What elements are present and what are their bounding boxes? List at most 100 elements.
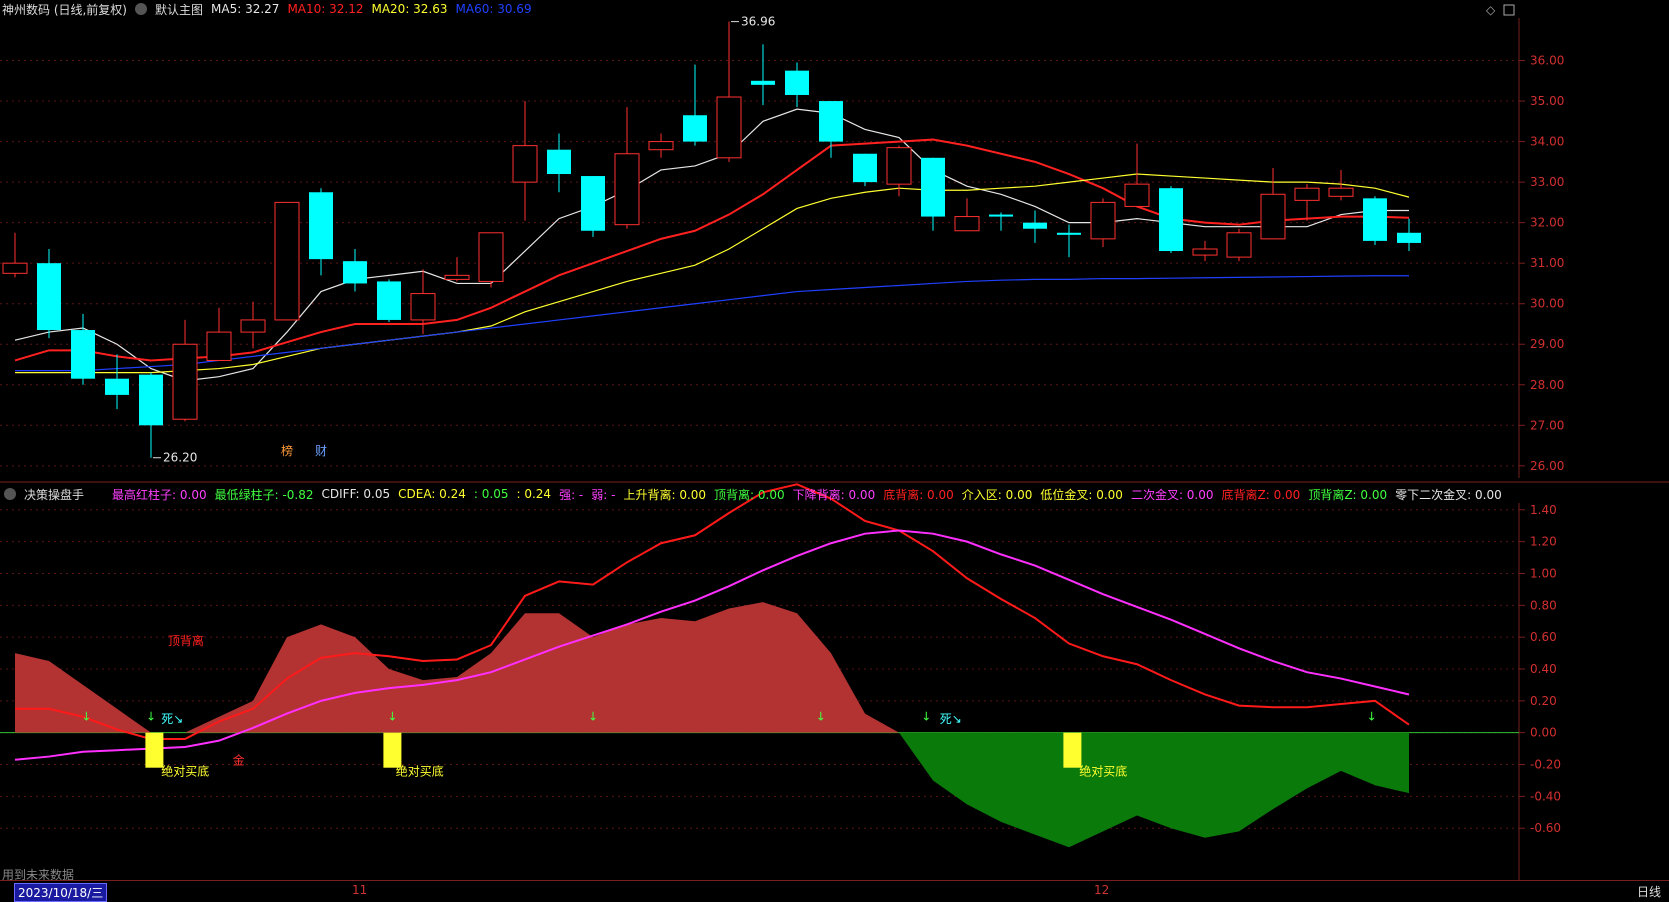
indicator-histogram <box>15 602 1409 848</box>
candle <box>478 232 504 288</box>
candle-body-down <box>1397 232 1421 243</box>
price-tick-label: 36.00 <box>1530 54 1564 68</box>
candle-body-down <box>581 176 605 231</box>
indicator-tick-label: -0.60 <box>1530 821 1561 835</box>
candle <box>172 319 198 422</box>
candle <box>37 249 61 339</box>
indicator-value-5: : 0.24 <box>516 487 552 501</box>
candle <box>1159 186 1183 254</box>
ma60-label: MA60: 30.69 <box>455 2 532 16</box>
candle-body-down <box>853 153 877 183</box>
candle-body-up <box>954 216 980 232</box>
candle-body-up <box>1226 232 1252 258</box>
candle <box>1363 196 1387 245</box>
price-tick-label: 29.00 <box>1530 337 1564 351</box>
indicator-tick-label: 1.40 <box>1530 503 1557 517</box>
candle-body-down <box>1023 222 1047 229</box>
candle <box>683 64 707 146</box>
candle-body-down <box>139 374 163 426</box>
candle-body-up <box>2 262 28 274</box>
candle <box>547 133 571 193</box>
indicator-tick-label: 0.00 <box>1530 726 1557 740</box>
candle <box>444 257 470 282</box>
candle-body-down <box>751 80 775 85</box>
indicator-value-3: CDEA: 0.24 <box>398 487 466 501</box>
candle <box>139 372 163 458</box>
candle-body-down <box>921 157 945 217</box>
indicator-value-11: 底背离: 0.00 <box>883 487 954 502</box>
indicator-value-12: 介入区: 0.00 <box>961 487 1033 502</box>
candle <box>1260 167 1286 240</box>
candle-body-up <box>172 343 198 420</box>
indicator-tick-label: 1.20 <box>1530 535 1557 549</box>
month-label-dec: 12 <box>1094 883 1110 897</box>
candle <box>240 301 266 349</box>
candle-body-down <box>785 70 809 95</box>
signal-label: 绝对买底 <box>1079 764 1127 779</box>
cursor-date-label: 2023/10/18/三 <box>14 883 108 902</box>
indicator-dropdown-icon[interactable] <box>4 488 16 500</box>
candle-body-down <box>683 115 707 142</box>
indicator-value-8: 上升背离: 0.00 <box>623 487 707 502</box>
template-dropdown-icon[interactable] <box>135 3 147 15</box>
candle <box>1294 184 1320 221</box>
ma5-label: MA5: 32.27 <box>211 2 280 16</box>
candle-body-up <box>206 331 232 361</box>
price-tick-label: 35.00 <box>1530 94 1564 108</box>
template-label[interactable]: 默认主图 <box>155 1 203 18</box>
down-arrow-marker: ↓ <box>921 710 931 724</box>
candle-body-up <box>1124 183 1150 207</box>
buy-signal-bar <box>145 732 164 768</box>
price-y-axis: 26.00 27.00 28.00 29.00 30.00 31.00 32.00 33.00… <box>1519 54 1564 473</box>
candle-body-up <box>648 141 674 151</box>
candle-body-up <box>1090 201 1116 240</box>
candle <box>1192 240 1218 262</box>
down-arrow-marker: ↓ <box>588 710 598 724</box>
price-tick-label: 26.00 <box>1530 459 1564 473</box>
candle-body-down <box>309 192 333 260</box>
chart-canvas: 26.00 27.00 28.00 29.00 30.00 31.00 32.00 33.00… <box>0 3 1669 880</box>
candle <box>785 62 809 108</box>
candle-body-up <box>240 319 266 333</box>
candle <box>274 201 300 321</box>
indicator-tick-label: 0.40 <box>1530 662 1557 676</box>
candle-body-up <box>410 293 436 321</box>
candle <box>581 176 605 237</box>
candle <box>954 198 980 232</box>
candle-body-down <box>343 261 367 284</box>
stock-title[interactable]: 神州数码 (日线,前复权) <box>2 1 127 18</box>
candle-body-down <box>71 330 95 379</box>
candle <box>1090 198 1116 247</box>
indicator-value-2: CDIFF: 0.05 <box>321 487 391 501</box>
candle <box>1397 218 1421 252</box>
price-tick-label: 33.00 <box>1530 175 1564 189</box>
candle <box>105 354 129 410</box>
indicator-tick-label: 1.00 <box>1530 566 1557 580</box>
candle-body-up <box>886 147 912 185</box>
candle-body-up <box>716 96 742 159</box>
indicator-value-4: : 0.05 <box>473 487 509 501</box>
indicator-name[interactable]: 决策操盘手 <box>24 486 84 503</box>
price-tick-label: 30.00 <box>1530 297 1564 311</box>
down-arrow-marker: ↓ <box>81 710 91 724</box>
down-arrow-marker: ↓ <box>816 710 826 724</box>
histogram-negative-area <box>15 732 1409 848</box>
candle-body-down <box>819 101 843 142</box>
price-tick-label: 31.00 <box>1530 256 1564 270</box>
signal-label: 绝对买底 <box>161 764 209 779</box>
candle <box>2 232 28 278</box>
indicator-tick-label: -0.20 <box>1530 758 1561 772</box>
indicator-value-1: 最低绿柱子: -0.82 <box>214 487 314 502</box>
event-badge: 财 <box>315 444 327 458</box>
candle-body-up <box>1294 187 1320 201</box>
signal-label: 死↘ <box>161 712 183 726</box>
candle-body-up <box>444 274 470 280</box>
buy-signal-bar <box>383 732 402 768</box>
indicator-tick-label: 0.80 <box>1530 598 1557 612</box>
period-label[interactable]: 日线 <box>1637 883 1661 900</box>
indicator-value-9: 顶背离: 0.00 <box>714 487 785 502</box>
event-badge: 榜 <box>281 443 293 458</box>
candlesticks <box>2 21 1421 458</box>
candle-body-down <box>547 149 571 175</box>
candle <box>648 133 674 158</box>
